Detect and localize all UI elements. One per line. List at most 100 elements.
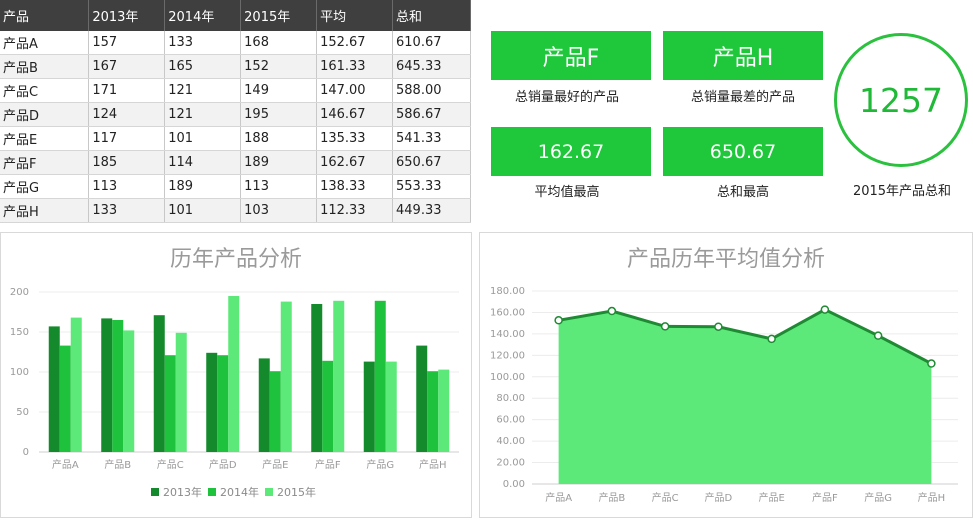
table-cell: 162.67: [316, 150, 393, 175]
x-tick-label: 产品D: [705, 491, 733, 504]
x-tick-label: 产品B: [104, 458, 131, 471]
worst-product-caption: 总销量最差的产品: [690, 90, 795, 105]
y-tick-label: 80.00: [496, 393, 525, 404]
table-cell: 133: [164, 31, 242, 55]
bar-2015年-产品F: [333, 300, 345, 452]
legend-label: 2015年: [277, 485, 316, 499]
y-tick-label: 40.00: [496, 436, 525, 447]
y-tick-label: 50: [16, 407, 29, 418]
y-tick-label: 120.00: [490, 350, 525, 361]
data-point-产品F: [820, 305, 830, 314]
x-tick-label: 产品H: [419, 458, 447, 471]
highest-sum-card: 650.67: [663, 127, 823, 176]
x-tick-label: 产品F: [812, 491, 838, 504]
table-cell: 产品C: [0, 78, 90, 103]
table-cell: 645.33: [392, 54, 471, 79]
highest-average-card: 162.67: [491, 127, 651, 176]
bar-2015年-产品G: [385, 361, 397, 452]
y-tick-label: 60.00: [496, 415, 525, 426]
x-tick-label: 产品H: [918, 491, 946, 504]
data-point-产品E: [767, 334, 776, 344]
table-cell: 产品B: [0, 54, 90, 79]
highest-sum-caption: 总和最高: [716, 185, 769, 200]
table-cell: 133: [88, 198, 166, 223]
data-point-产品B: [607, 306, 617, 316]
table-row: 产品B 167 165 152 161.33 645.33: [0, 54, 471, 79]
y-tick-label: 100: [10, 367, 29, 378]
worst-product-card: 产品H: [663, 31, 823, 80]
bar-2013年-产品D: [206, 352, 218, 452]
table-cell: 189: [240, 150, 318, 175]
x-tick-label: 产品B: [598, 491, 625, 504]
table-cell: 553.33: [392, 174, 471, 199]
table-cell: 161.33: [316, 54, 393, 79]
table-cell: 产品A: [0, 31, 90, 55]
table-cell: 产品E: [0, 126, 90, 151]
y-tick-label: 0.00: [503, 479, 525, 490]
bar-2013年-产品C: [153, 315, 165, 452]
x-tick-label: 产品C: [157, 458, 184, 471]
table-cell: 产品D: [0, 102, 90, 127]
table-row: 产品A 157 133 168 152.67 610.67: [0, 31, 471, 55]
table-header-cell: 2015年: [240, 0, 318, 31]
table-cell: 产品G: [0, 174, 90, 199]
table-header-cell: 产品: [0, 0, 90, 31]
table-cell: 188: [240, 126, 318, 151]
y-tick-label: 140.00: [490, 329, 525, 340]
table-row: 产品H 133 101 103 112.33 449.33: [0, 198, 471, 223]
bar-2014年-产品F: [322, 360, 334, 452]
table-cell: 171: [88, 78, 166, 103]
data-point-产品D: [714, 322, 723, 331]
legend-label: 2014年: [220, 485, 259, 499]
bar-2015年-产品A: [70, 317, 82, 452]
data-point-产品A: [554, 316, 563, 325]
best-product-card: 产品F: [491, 31, 651, 80]
bar-2015年-产品D: [228, 296, 240, 452]
table-cell: 149: [240, 78, 318, 103]
y-tick-label: 180.00: [490, 286, 525, 297]
highest-average-caption: 平均值最高: [534, 185, 600, 200]
table-cell: 195: [240, 102, 318, 127]
table-cell: 138.33: [316, 174, 393, 199]
bar-2013年-产品B: [101, 318, 113, 452]
data-point-产品G: [873, 331, 883, 340]
x-tick-label: 产品E: [758, 491, 784, 504]
table-cell: 121: [164, 78, 242, 103]
legend-label: 2013年: [163, 485, 202, 499]
bar-2013年-产品F: [311, 304, 323, 452]
x-tick-label: 产品G: [366, 458, 394, 471]
bar-2013年-产品E: [258, 358, 270, 452]
bar-2014年-产品E: [269, 371, 281, 452]
worst-product-value: 产品H: [712, 45, 774, 71]
bar-2013年-产品A: [48, 326, 60, 452]
table-cell: 165: [164, 54, 242, 79]
bar-2015年-产品E: [280, 301, 292, 452]
table-cell: 146.67: [316, 102, 393, 127]
x-tick-label: 产品G: [864, 491, 892, 504]
y-tick-label: 0: [23, 447, 29, 458]
legend-swatch: [265, 488, 273, 496]
table-row: 产品D 124 121 195 146.67 586.67: [0, 102, 471, 127]
table-body: 产品A 157 133 168 152.67 610.67 产品B 167 165 152 161.…: [0, 31, 471, 223]
bar-2014年-产品A: [59, 345, 71, 452]
x-tick-label: 产品A: [52, 458, 79, 471]
bar-2013年-产品G: [363, 361, 375, 452]
table-cell: 101: [164, 126, 242, 151]
table-cell: 541.33: [392, 126, 471, 151]
x-tick-label: 产品A: [545, 491, 572, 504]
table-header-row: 产品 2013年 2014年 2015年 平均 总和: [0, 0, 471, 31]
table-cell: 610.67: [392, 31, 471, 55]
table-cell: 112.33: [316, 198, 393, 223]
x-tick-label: 产品F: [315, 458, 341, 471]
table-cell: 168: [240, 31, 318, 55]
x-tick-label: 产品E: [262, 458, 288, 471]
bar-2013年-产品H: [416, 345, 428, 452]
table-cell: 586.67: [392, 102, 471, 127]
bar-2014年-产品D: [217, 355, 229, 452]
total-2015-value: 1257: [859, 80, 943, 120]
bar-2014年-产品C: [164, 355, 176, 452]
table-cell: 113: [88, 174, 166, 199]
table-cell: 157: [88, 31, 166, 55]
bar-2014年-产品G: [374, 300, 386, 452]
table-cell: 650.67: [392, 150, 471, 175]
